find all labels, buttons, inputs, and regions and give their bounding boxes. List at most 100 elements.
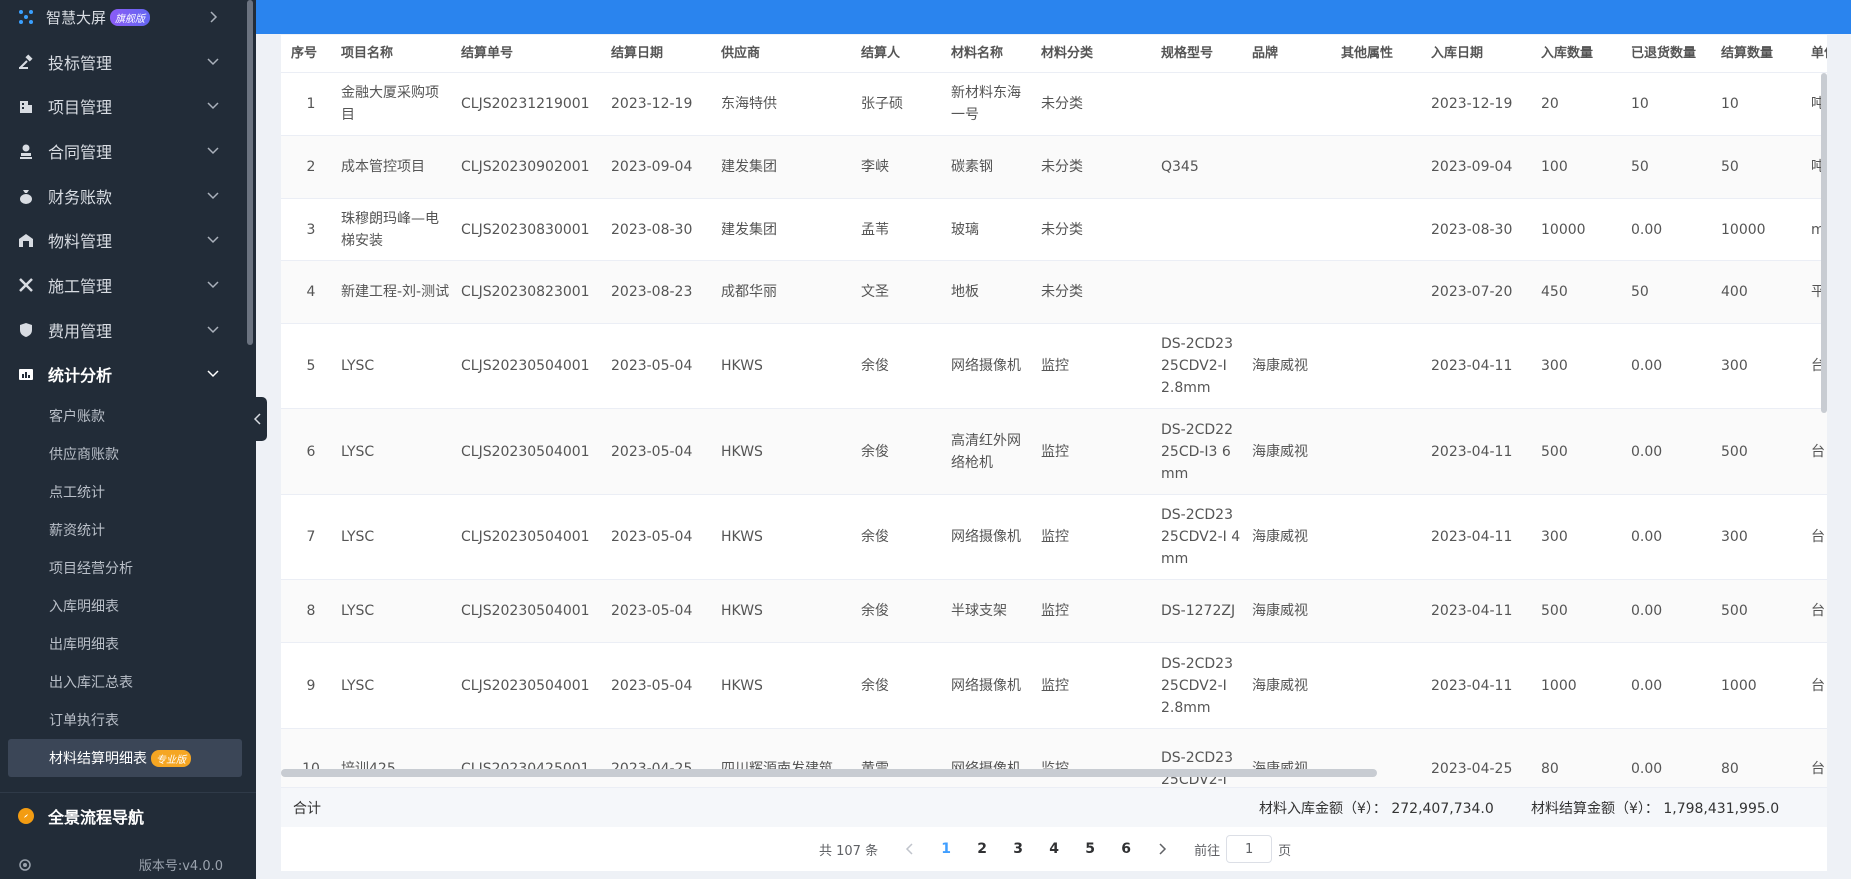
cell-inbound-date: 2023-09-04 (1431, 136, 1531, 198)
cell-text: DS-2CD2225CD-I3 6mm (1161, 421, 1233, 482)
submenu-item-salary-stats[interactable]: 薪资统计 (0, 511, 256, 549)
cell-material-name: 玻璃 (951, 199, 1031, 260)
money-bag-icon (18, 188, 34, 204)
cell-text: 20 (1541, 96, 1559, 112)
cell-text: 0.00 (1631, 677, 1663, 694)
cell-material-category: 未分类 (1041, 199, 1151, 260)
cell-material-name: 网络摄像机 (951, 324, 1031, 408)
goto-page-input[interactable] (1226, 835, 1273, 863)
cell-text: 台 (1811, 603, 1825, 619)
table-row[interactable]: 3 珠穆朗玛峰—电梯安装 CLJS20230830001 2023-08-30 建发集团… (281, 199, 1827, 261)
page-button-5[interactable]: 5 (1072, 835, 1108, 863)
cell-settlement-date: 2023-05-04 (611, 495, 711, 579)
table-row[interactable]: 9 LYSC CLJS20230504001 2023-05-04 HKWS 余俊 网络摄像… (281, 643, 1827, 729)
submenu-item-inout-summary[interactable]: 出入库汇总表 (0, 663, 256, 701)
table-row[interactable]: 6 LYSC CLJS20230504001 2023-05-04 HKWS 余俊 高清红外… (281, 409, 1827, 495)
cell-text: 台 (1811, 529, 1825, 545)
cell-text: 450 (1541, 284, 1568, 300)
cell-seq: 3 (291, 199, 331, 260)
sidebar-scrollbar[interactable] (247, 0, 253, 345)
cell-text: 网络摄像机 (951, 529, 1021, 545)
cell-text: HKWS (721, 358, 763, 374)
cell-text: 8 (306, 603, 316, 619)
horizontal-scroll-thumb[interactable] (281, 769, 1377, 777)
table-row[interactable]: 2 成本管控项目 CLJS20230902001 2023-09-04 建发集团 李峡 碳素… (281, 136, 1827, 199)
cell-text: 台 (1811, 443, 1825, 460)
menu-item-label: 费用管理 (48, 322, 113, 341)
cell-brand: 海康威视 (1252, 643, 1332, 728)
menu-item-label: 物料管理 (48, 232, 113, 251)
chevron-right-icon (1159, 843, 1167, 855)
page-button-4[interactable]: 4 (1036, 835, 1072, 863)
cell-text: 监控 (1041, 443, 1069, 460)
submenu-item-supplier-accounts[interactable]: 供应商账款 (0, 435, 256, 473)
cell-supplier: HKWS (721, 324, 851, 408)
cell-text: 300 (1541, 529, 1568, 545)
page-button-2[interactable]: 2 (964, 835, 1000, 863)
cell-other-attrs (1341, 324, 1421, 408)
column-header-settler: 结算人 (861, 46, 901, 61)
cell-settlement-no: CLJS20230823001 (461, 261, 601, 323)
submenu-item-project-analysis[interactable]: 项目经营分析 (0, 549, 256, 587)
menu-item-contracts[interactable]: 合同管理 (0, 129, 256, 173)
submenu-item-daily-work-stats[interactable]: 点工统计 (0, 473, 256, 511)
menu-item-projects[interactable]: 项目管理 (0, 84, 256, 128)
page-button-1[interactable]: 1 (928, 835, 964, 863)
submenu-item-outbound-detail[interactable]: 出库明细表 (0, 625, 256, 663)
table-horizontal-scrollbar[interactable] (281, 767, 1827, 777)
sidebar-collapse-button[interactable] (248, 397, 267, 441)
menu-item-label: 财务账款 (48, 188, 113, 207)
cell-text: 未分类 (1041, 96, 1083, 112)
page-button-6[interactable]: 6 (1108, 835, 1144, 863)
submenu-item-inbound-detail[interactable]: 入库明细表 (0, 587, 256, 625)
panorama-flow-nav[interactable]: 全景流程导航 (0, 796, 256, 836)
menu-item-bidding[interactable]: 投标管理 (0, 40, 256, 84)
cell-text: CLJS20230504001 (461, 529, 590, 545)
cell-inbound-qty: 1000 (1541, 643, 1621, 728)
cell-text: DS-2CD2325CDV2-I 4mm (1161, 507, 1241, 567)
submenu-item-order-execution[interactable]: 订单执行表 (0, 701, 256, 739)
table-row[interactable]: 5 LYSC CLJS20230504001 2023-05-04 HKWS 余俊 网络摄像… (281, 324, 1827, 409)
warehouse-icon (18, 232, 34, 248)
settlement-amount-total: 材料结算金额（¥）： 1,798,431,995.0 (1531, 800, 1780, 817)
cell-settlement-no: CLJS20230902001 (461, 136, 601, 198)
cell-material-category: 未分类 (1041, 136, 1151, 198)
page-button-3[interactable]: 3 (1000, 835, 1036, 863)
table-row[interactable]: 7 LYSC CLJS20230504001 2023-05-04 HKWS 余俊 网络摄像… (281, 495, 1827, 580)
table-row[interactable]: 4 新建工程-刘-测试 CLJS20230823001 2023-08-23 成都华丽 文… (281, 261, 1827, 324)
cell-material-category: 监控 (1041, 495, 1151, 579)
cell-text: 地板 (951, 284, 979, 300)
cell-material-category: 监控 (1041, 324, 1151, 408)
menu-item-smart-screen[interactable]: 智慧大屏 旗舰版 (0, 0, 256, 34)
menu-item-construction[interactable]: 施工管理 (0, 263, 256, 307)
cell-spec-model: DS-1272ZJ (1161, 580, 1241, 642)
cell-settlement-no: CLJS20231219001 (461, 73, 601, 135)
cell-text: LYSC (341, 443, 375, 460)
cell-text: 珠穆朗玛峰—电梯安装 (341, 210, 439, 249)
submenu-item-material-settlement[interactable]: 材料结算明细表 专业版 (8, 739, 242, 777)
cell-inbound-date: 2023-07-20 (1431, 261, 1531, 323)
chevron-left-icon (253, 413, 261, 425)
menu-item-expenses[interactable]: 费用管理 (0, 308, 256, 352)
next-page-button[interactable] (1144, 835, 1180, 863)
prev-page-button[interactable] (892, 835, 928, 863)
column-header-material-name: 材料名称 (951, 46, 1004, 61)
menu-item-finance[interactable]: 财务账款 (0, 174, 256, 218)
table-row[interactable]: 1 金融大厦采购项目 CLJS20231219001 2023-12-19 东海特供 张子… (281, 73, 1827, 136)
building-icon (18, 98, 34, 114)
cell-project-name: LYSC (341, 495, 451, 579)
table-vertical-scrollbar[interactable] (1821, 73, 1827, 413)
cell-settler: 张子硕 (861, 73, 941, 135)
menu-item-materials[interactable]: 物料管理 (0, 218, 256, 262)
chevron-down-icon (207, 236, 219, 244)
table-row[interactable]: 8 LYSC CLJS20230504001 2023-05-04 HKWS 余俊 半球支架… (281, 580, 1827, 643)
menu-item-statistics[interactable]: 统计分析 (0, 352, 256, 396)
submenu-item-customer-accounts[interactable]: 客户账款 (0, 397, 256, 435)
cell-inbound-qty: 300 (1541, 495, 1621, 579)
gear-icon[interactable] (18, 858, 32, 872)
cell-other-attrs (1341, 580, 1421, 642)
cell-inbound-qty: 100 (1541, 136, 1621, 198)
cell-material-name: 新材料东海一号 (951, 73, 1031, 135)
column-header-settlement-date: 结算日期 (611, 46, 664, 61)
cell-text: 10000 (1541, 221, 1586, 238)
